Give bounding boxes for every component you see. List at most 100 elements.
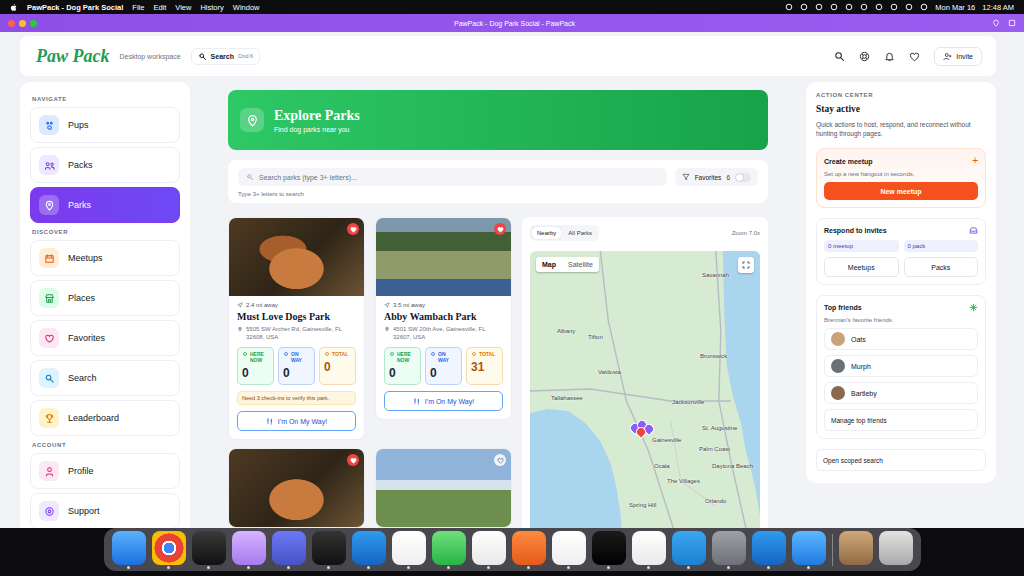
park-card[interactable]: 3.5 mi awayAbby Wambach Park4501 SW 20th… — [375, 217, 512, 420]
dock-item[interactable] — [632, 531, 666, 569]
friend-row[interactable]: Oats — [824, 328, 978, 350]
map-place-label: Valdosta — [598, 369, 621, 375]
app-icon — [592, 531, 626, 565]
bell-icon[interactable] — [884, 51, 895, 62]
status-icon[interactable] — [845, 3, 853, 11]
dock-item[interactable] — [112, 531, 146, 569]
map-tab[interactable]: All Parks — [563, 227, 597, 239]
dock-item[interactable] — [552, 531, 586, 569]
explore-banner: Explore ParksFind dog parks near you — [228, 90, 768, 150]
map-type-button[interactable]: Map — [536, 257, 562, 272]
dock-item[interactable] — [752, 531, 786, 569]
location-icon[interactable] — [992, 19, 1000, 27]
logo[interactable]: Paw Pack — [36, 46, 110, 67]
friend-row[interactable]: Murph — [824, 355, 978, 377]
dock-item[interactable] — [232, 531, 266, 569]
scoped-search-button[interactable]: Open scoped search — [816, 449, 986, 471]
menu-item[interactable]: File — [132, 3, 144, 12]
map-place-label: Brunswick — [700, 353, 727, 359]
sidebar-item[interactable]: Parks — [30, 187, 180, 223]
map[interactable]: MapSatelliteSavannahAlbanyTiftonValdosta… — [530, 251, 760, 528]
status-icon[interactable] — [800, 3, 808, 11]
park-address-text: 4501 SW 20th Ave, Gainesville, FL 32607,… — [393, 325, 503, 341]
dock-item[interactable] — [272, 531, 306, 569]
action-center-description: Quick actions to host, respond, and reco… — [816, 120, 986, 138]
favorite-button[interactable] — [494, 223, 506, 235]
invite-button[interactable]: Invite — [934, 47, 982, 66]
dock-item[interactable] — [472, 531, 506, 569]
status-icon[interactable] — [785, 3, 793, 11]
zoom-button[interactable] — [30, 20, 37, 27]
favorite-button[interactable] — [347, 223, 359, 235]
apple-icon[interactable] — [10, 3, 18, 12]
map-tab[interactable]: Nearby — [532, 227, 561, 239]
status-icon[interactable] — [920, 3, 928, 11]
heart-icon[interactable] — [909, 51, 920, 62]
menu-item[interactable]: Edit — [153, 3, 166, 12]
app-menu[interactable]: PawPack - Dog Park Social — [27, 3, 123, 12]
status-icon[interactable] — [875, 3, 883, 11]
manage-friends-button[interactable]: Manage top friends — [824, 409, 978, 431]
sidebar-item[interactable]: Meetups — [30, 240, 180, 276]
park-address-text: 5505 SW Archer Rd, Gainesville, FL 32608… — [246, 325, 356, 341]
park-card[interactable]: 2.4 mi awayMust Love Dogs Park5505 SW Ar… — [228, 217, 365, 440]
top-friends-title: Top friends — [824, 304, 862, 311]
dock-item[interactable] — [392, 531, 426, 569]
dock-item[interactable] — [592, 531, 626, 569]
menu-item[interactable]: History — [200, 3, 223, 12]
sidebar-item[interactable]: Leaderboard — [30, 400, 180, 436]
map-type-button[interactable]: Satellite — [562, 257, 599, 272]
fullscreen-button[interactable] — [738, 257, 754, 273]
close-button[interactable] — [8, 20, 15, 27]
extension-icon[interactable] — [1008, 19, 1016, 27]
sidebar-item[interactable]: Support — [30, 493, 180, 528]
friend-row[interactable]: Bartleby — [824, 382, 978, 404]
search-icon[interactable] — [834, 51, 845, 62]
invite-button[interactable]: Meetups — [824, 257, 899, 277]
dock-item[interactable] — [879, 531, 913, 569]
menu-time[interactable]: 12:48 AM — [982, 3, 1014, 12]
lifebuoy-icon[interactable] — [859, 51, 870, 62]
sidebar-item[interactable]: Search — [30, 360, 180, 396]
status-icon[interactable] — [860, 3, 868, 11]
menu-item[interactable]: Window — [233, 3, 260, 12]
global-search[interactable]: SearchCmd K — [191, 48, 261, 65]
dock-item[interactable] — [512, 531, 546, 569]
dock-item[interactable] — [312, 531, 346, 569]
running-indicator — [167, 566, 170, 569]
sidebar-item[interactable]: Places — [30, 280, 180, 316]
running-indicator — [327, 566, 330, 569]
status-icon[interactable] — [815, 3, 823, 11]
minimize-button[interactable] — [19, 20, 26, 27]
dock-item[interactable] — [352, 531, 386, 569]
park-card[interactable] — [228, 448, 365, 528]
on-my-way-button[interactable]: I'm On My Way! — [384, 391, 503, 411]
dock-item[interactable] — [839, 531, 873, 569]
on-my-way-button[interactable]: I'm On My Way! — [237, 411, 356, 431]
menu-item[interactable]: View — [175, 3, 191, 12]
dock-item[interactable] — [152, 531, 186, 569]
sidebar-item[interactable]: Packs — [30, 147, 180, 183]
create-meetup-plus[interactable]: + — [972, 156, 978, 166]
dock-item[interactable] — [672, 531, 706, 569]
dock-item[interactable] — [192, 531, 226, 569]
dock-item[interactable] — [792, 531, 826, 569]
stat-head: ON WAY — [430, 351, 457, 363]
sidebar-item[interactable]: Pups — [30, 107, 180, 143]
status-icon[interactable] — [830, 3, 838, 11]
park-search-input[interactable]: Search parks (type 3+ letters)... — [238, 168, 667, 186]
sidebar-item[interactable]: Profile — [30, 453, 180, 489]
favorite-button[interactable] — [494, 454, 506, 466]
favorite-button[interactable] — [347, 454, 359, 466]
invite-button[interactable]: Packs — [904, 257, 979, 277]
status-icon[interactable] — [905, 3, 913, 11]
park-card[interactable] — [375, 448, 512, 528]
menu-date[interactable]: Mon Mar 16 — [935, 3, 975, 12]
status-icon[interactable] — [890, 3, 898, 11]
favorites-filter[interactable]: Favorites6 — [675, 168, 758, 186]
dock-item[interactable] — [432, 531, 466, 569]
favorites-toggle[interactable] — [735, 173, 751, 182]
sidebar-item[interactable]: Favorites — [30, 320, 180, 356]
new-meetup-button[interactable]: New meetup — [824, 182, 978, 200]
dock-item[interactable] — [712, 531, 746, 569]
